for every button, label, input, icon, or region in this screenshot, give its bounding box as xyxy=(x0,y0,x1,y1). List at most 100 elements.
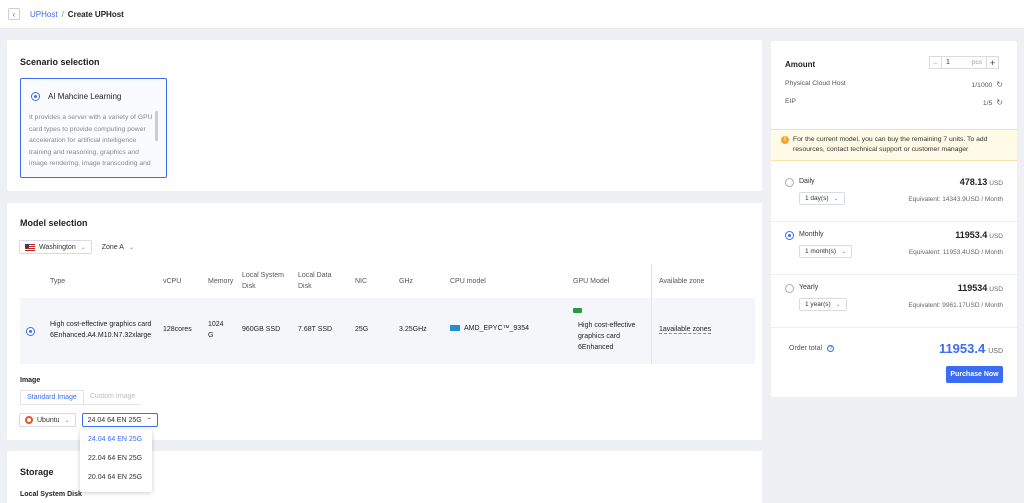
plan-currency: USD xyxy=(989,233,1003,240)
model-table-header: Type vCPU Memory Local System Disk Local… xyxy=(20,264,755,302)
chevron-left-icon: ‹ xyxy=(12,9,16,19)
order-total-label-row: Order total ? xyxy=(789,345,835,352)
plan-radio[interactable] xyxy=(785,178,794,187)
scenario-option-label: AI Mahcine Learning xyxy=(48,92,122,101)
plan-duration: 1 month(s) xyxy=(805,248,837,255)
help-icon[interactable]: ? xyxy=(827,345,835,352)
nvidia-logo-icon xyxy=(573,308,582,313)
col-local-data-disk: Local Data Disk xyxy=(298,272,332,290)
region-value: Washington xyxy=(39,243,76,251)
scenario-option-ai[interactable]: AI Mahcine Learning It provides a server… xyxy=(20,78,167,178)
quantity-stepper: − 1 pcs + xyxy=(929,56,999,69)
row-type-line1: High cost-effective graphics card xyxy=(50,321,152,328)
plan-name: Daily xyxy=(799,178,815,185)
chevron-down-icon: ⌄ xyxy=(835,302,841,308)
row-local-data-disk: 7.68T SSD xyxy=(298,326,333,333)
col-ghz: GHz xyxy=(399,278,413,285)
refresh-icon[interactable]: ↻ xyxy=(996,80,1003,89)
col-type: Type xyxy=(50,278,66,285)
tab-standard-image[interactable]: Standard Image xyxy=(20,390,84,404)
plan-yearly[interactable]: Yearly 119534 USD 1 year(s) ⌄ Equivalent: … xyxy=(771,275,1017,328)
col-memory: Memory xyxy=(208,278,234,285)
image-label: Image xyxy=(20,377,41,384)
increment-button[interactable]: + xyxy=(986,56,999,69)
order-total-value: 11953.4 xyxy=(938,341,986,356)
breadcrumb-parent-link[interactable]: UPHost xyxy=(30,10,58,19)
plan-duration-dropdown[interactable]: 1 month(s) ⌄ xyxy=(799,245,853,258)
eip-quota-row: EIP 1/5 ↻ xyxy=(785,98,1003,107)
table-column-divider xyxy=(651,264,652,364)
region-dropdown[interactable]: Washington ⌄ xyxy=(19,240,92,254)
chevron-up-icon: ⌃ xyxy=(146,417,152,424)
os-dropdown[interactable]: Ubuntu ⌄ xyxy=(19,413,76,427)
plan-duration-dropdown[interactable]: 1 year(s) ⌄ xyxy=(799,298,847,311)
quantity-value: 1 xyxy=(946,59,950,66)
scenario-radio[interactable] xyxy=(31,92,40,101)
eip-label: EIP xyxy=(785,98,796,105)
plan-duration: 1 year(s) xyxy=(805,301,831,308)
plan-currency: USD xyxy=(989,286,1003,293)
zone-dropdown[interactable]: Zone A ⌄ xyxy=(102,244,134,251)
version-option[interactable]: 24.04 64 EN 25G xyxy=(80,430,152,449)
plan-radio[interactable] xyxy=(785,284,794,293)
quantity-unit: pcs xyxy=(971,59,982,66)
order-panel: Amount − 1 pcs + Physical Cloud Host 1/1… xyxy=(771,41,1017,397)
plan-monthly[interactable]: Monthly 11953.4 USD 1 month(s) ⌄ Equivalen… xyxy=(771,222,1017,275)
storage-title: Storage xyxy=(20,467,54,477)
refresh-icon[interactable]: ↻ xyxy=(996,98,1003,107)
remaining-units-notice: ! For the current model, you can buy the… xyxy=(771,129,1017,161)
plan-price: 478.13 xyxy=(959,177,988,187)
col-available-zone: Available zone xyxy=(659,278,705,285)
plan-currency: USD xyxy=(989,180,1003,187)
ubuntu-icon xyxy=(25,416,33,424)
row-nic: 25G xyxy=(355,326,369,333)
image-tabs: Standard Image Custom Image xyxy=(20,390,142,405)
col-nic: NIC xyxy=(355,278,368,285)
amount-label: Amount xyxy=(785,60,816,69)
us-flag-icon xyxy=(25,243,35,251)
version-dropdown[interactable]: 24.04 64 EN 25G ⌃ xyxy=(81,413,158,427)
plan-name: Yearly xyxy=(799,284,819,291)
version-option[interactable]: 22.04 64 EN 25G xyxy=(80,449,152,468)
plan-equivalent: Equivalent: 14343.9USD / Month xyxy=(908,196,1003,203)
physical-host-quota-row: Physical Cloud Host 1/1000 ↻ xyxy=(785,80,1003,89)
version-option[interactable]: 20.04 64 EN 25G xyxy=(80,468,152,487)
col-local-system-disk: Local System Disk xyxy=(242,272,285,290)
decrement-button[interactable]: − xyxy=(929,56,942,69)
order-total-currency: USD xyxy=(988,348,1003,355)
scenario-section: Scenario selection AI Mahcine Learning I… xyxy=(7,40,762,191)
local-system-disk-label: Local System Disk xyxy=(20,491,82,498)
quantity-input[interactable]: 1 pcs xyxy=(942,56,986,69)
scenario-scrollbar[interactable] xyxy=(155,111,158,141)
plan-radio[interactable] xyxy=(785,231,794,240)
order-total: 11953.4 USD xyxy=(939,341,1003,356)
col-gpu-model: GPU Model xyxy=(573,278,610,285)
model-row-radio[interactable] xyxy=(26,327,35,336)
tab-custom-image[interactable]: Custom Image xyxy=(84,390,142,404)
chevron-down-icon: ⌄ xyxy=(80,244,86,251)
row-gpu-model: High cost-effective graphics card 6Enhan… xyxy=(578,322,636,351)
eip-quota: 1/5 xyxy=(982,100,993,107)
breadcrumb-separator: / xyxy=(61,9,64,19)
warning-icon: ! xyxy=(781,136,789,144)
plan-duration: 1 day(s) xyxy=(805,195,829,202)
chevron-down-icon: ⌄ xyxy=(833,196,839,202)
plan-duration-dropdown[interactable]: 1 day(s) ⌄ xyxy=(799,192,845,205)
col-cpu-model: CPU model xyxy=(450,278,486,285)
row-local-system-disk: 960GB SSD xyxy=(242,326,281,333)
order-total-label: Order total xyxy=(789,345,823,352)
row-available-zone[interactable]: 1available zones xyxy=(659,326,712,334)
purchase-now-button[interactable]: Purchase Now xyxy=(946,366,1003,383)
plan-daily[interactable]: Daily 478.13 USD 1 day(s) ⌄ Equivalent: 14… xyxy=(771,169,1017,222)
model-title: Model selection xyxy=(20,218,88,228)
os-value: Ubuntu xyxy=(37,416,60,424)
row-cpu-model: AMD_EPYC™_9354 xyxy=(450,325,529,332)
col-vcpu: vCPU xyxy=(163,278,182,285)
scenario-description: It provides a server with a variety of G… xyxy=(29,114,153,167)
chevron-down-icon: ⌄ xyxy=(841,249,847,255)
table-row[interactable]: High cost-effective graphics card 6Enhan… xyxy=(20,298,755,364)
physical-host-quota: 1/1000 xyxy=(971,82,993,89)
page-title: Create UPHost xyxy=(67,9,124,19)
back-button[interactable]: ‹ xyxy=(8,8,20,20)
zone-value: Zone A xyxy=(101,243,124,251)
